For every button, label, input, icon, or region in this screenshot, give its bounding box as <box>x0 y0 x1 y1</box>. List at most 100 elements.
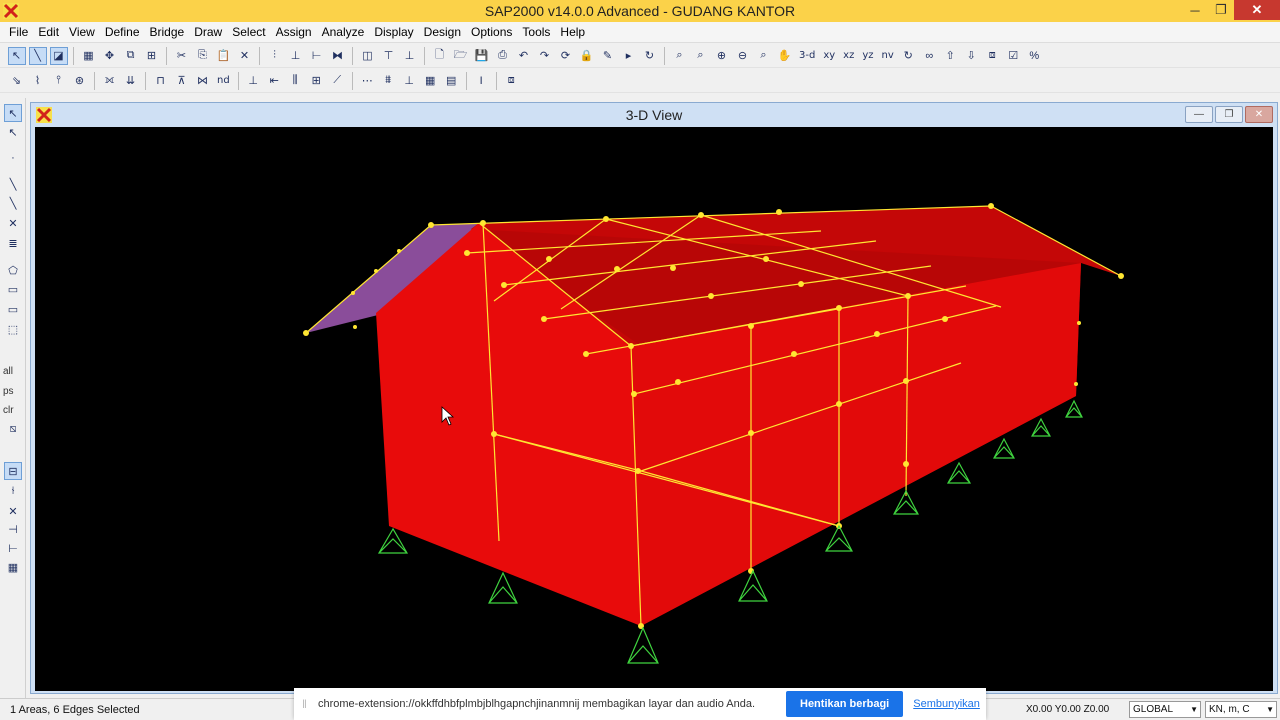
restore-button[interactable]: ❐ <box>1208 0 1234 20</box>
menu-select[interactable]: Select <box>227 22 270 42</box>
delete-icon[interactable]: ✕ <box>236 47 254 65</box>
perspective-icon[interactable]: ∞ <box>920 47 938 65</box>
view-yz-button[interactable]: yz <box>862 50 873 61</box>
pan-icon[interactable]: ✋ <box>776 47 794 65</box>
draw-joint-icon[interactable]: · <box>4 149 22 167</box>
display-undeformed-icon[interactable]: ⊥ <box>244 72 262 90</box>
display-loads-icon[interactable]: ⇤ <box>265 72 283 90</box>
view-minimize-button[interactable]: — <box>1185 106 1213 123</box>
new-file-icon[interactable]: 🗋 <box>431 47 449 65</box>
view-xy-button[interactable]: xy <box>823 50 835 61</box>
view-close-button[interactable]: ✕ <box>1245 106 1273 123</box>
drag-handle-icon[interactable]: ‖ <box>302 697 312 711</box>
divide-icon[interactable]: ⊞ <box>143 47 161 65</box>
previous-select-button[interactable]: ps <box>3 386 14 397</box>
steel-design-icon[interactable]: I <box>472 72 490 90</box>
frame-bracing-icon[interactable]: ⋈ <box>194 72 212 90</box>
draw-rect-area-icon[interactable]: ▭ <box>4 280 22 298</box>
snap-perpendicular-icon[interactable]: ⊣ <box>4 520 22 538</box>
paste-icon[interactable]: 📋 <box>215 47 233 65</box>
percent-icon[interactable]: % <box>1025 47 1043 65</box>
restraint-icon[interactable]: ⊢ <box>308 47 326 65</box>
draw-cable-icon[interactable]: ╲ <box>4 194 22 212</box>
display-influence-icon[interactable]: ⩩ <box>379 72 397 90</box>
set-display-icon[interactable]: ⧈ <box>983 47 1001 65</box>
print-icon[interactable]: ⎙ <box>494 47 512 65</box>
move-icon[interactable]: ✥ <box>101 47 119 65</box>
quick-draw-area-icon[interactable]: ▭ <box>4 300 22 318</box>
open-file-icon[interactable]: 🗁 <box>452 47 470 65</box>
snap-fine-grid-icon[interactable]: ▦ <box>4 558 22 576</box>
menu-analyze[interactable]: Analyze <box>317 22 370 42</box>
frame-icon[interactable]: ⊥ <box>287 47 305 65</box>
view-xz-button[interactable]: xz <box>843 50 854 61</box>
joint-icon[interactable]: ⫶ <box>266 47 284 65</box>
line-select-icon[interactable]: ╲ <box>28 46 47 65</box>
menu-file[interactable]: File <box>4 22 33 42</box>
check-icon[interactable]: ☑ <box>1004 47 1022 65</box>
menu-view[interactable]: View <box>64 22 100 42</box>
assign-joint-icon[interactable]: ⇘ <box>8 72 26 90</box>
display-forces-icon[interactable]: ⊞ <box>307 72 325 90</box>
rotate-icon[interactable]: ↻ <box>641 47 659 65</box>
redo-icon[interactable]: ↷ <box>536 47 554 65</box>
snap-midpoint-icon[interactable]: ⫮ <box>4 482 22 500</box>
draw-poly-area-icon[interactable]: ⬠ <box>4 261 22 279</box>
stop-sharing-button[interactable]: Hentikan berbagi <box>786 691 904 717</box>
frame-shape-icon[interactable]: ⊓ <box>152 72 170 90</box>
frame-truss-icon[interactable]: ⊼ <box>173 72 191 90</box>
units-select[interactable]: KN, m, C ▼ <box>1205 701 1277 718</box>
snap-joints-icon[interactable]: ⊟ <box>4 462 22 480</box>
save-icon[interactable]: 💾 <box>473 47 491 65</box>
assign-spring-icon[interactable]: ⌇ <box>29 72 47 90</box>
copy-icon[interactable]: ⎘ <box>194 47 212 65</box>
structure-model[interactable] <box>35 127 1273 691</box>
view-3d-button[interactable]: 3-d <box>799 50 815 61</box>
menu-design[interactable]: Design <box>419 22 466 42</box>
menu-assign[interactable]: Assign <box>271 22 317 42</box>
assign-mass-icon[interactable]: ⊛ <box>71 72 89 90</box>
view-restore-button[interactable]: ❐ <box>1215 106 1243 123</box>
display-tables-icon[interactable]: ▦ <box>421 72 439 90</box>
view-nd-button[interactable]: nd <box>217 75 230 86</box>
snap-options-icon[interactable]: ⧈ <box>502 72 520 90</box>
menu-display[interactable]: Display <box>369 22 418 42</box>
zoom-window-icon[interactable]: ⌕ <box>671 47 689 65</box>
quick-draw-secondary-icon[interactable]: ≣ <box>4 234 22 252</box>
up-arrow-icon[interactable]: ⇧ <box>941 47 959 65</box>
menu-bridge[interactable]: Bridge <box>145 22 190 42</box>
assign-release-icon[interactable]: ⟗ <box>101 72 119 90</box>
zoom-in-icon[interactable]: ⊕ <box>713 47 731 65</box>
assign-constraint-icon[interactable]: ⫯ <box>50 72 68 90</box>
reshape-pointer-icon[interactable]: ↖ <box>4 123 22 141</box>
link-icon[interactable]: ⧓ <box>329 47 347 65</box>
zoom-pan-icon[interactable]: ⌕ <box>755 47 773 65</box>
display-virtual-work-icon[interactable]: ⋯ <box>358 72 376 90</box>
menu-tools[interactable]: Tools <box>517 22 555 42</box>
model-canvas[interactable] <box>35 127 1273 691</box>
reshape-icon[interactable]: ◪ <box>49 46 68 65</box>
down-arrow-icon[interactable]: ⇩ <box>962 47 980 65</box>
menu-edit[interactable]: Edit <box>33 22 64 42</box>
align-top-icon[interactable]: ⊤ <box>380 47 398 65</box>
align-bottom-icon[interactable]: ⊥ <box>401 47 419 65</box>
replicate-icon[interactable]: ⧉ <box>122 47 140 65</box>
menu-define[interactable]: Define <box>100 22 145 42</box>
refresh-icon[interactable]: ⟳ <box>557 47 575 65</box>
display-reactions-icon[interactable]: ⊥ <box>400 72 418 90</box>
menu-draw[interactable]: Draw <box>189 22 227 42</box>
hide-banner-link[interactable]: Sembunyikan <box>913 698 980 710</box>
display-table-grid-icon[interactable]: ▤ <box>442 72 460 90</box>
menu-options[interactable]: Options <box>466 22 517 42</box>
select-all-button[interactable]: all <box>3 366 13 377</box>
snap-lines-icon[interactable]: ⊢ <box>4 539 22 557</box>
display-stress-icon[interactable]: ⟋ <box>328 72 346 90</box>
cut-icon[interactable]: ✂ <box>173 47 191 65</box>
section-icon[interactable]: ◫ <box>359 47 377 65</box>
clear-select-button[interactable]: clr <box>3 405 14 416</box>
pointer-icon[interactable]: ↖ <box>4 104 22 122</box>
grid-icon[interactable]: ▦ <box>80 47 98 65</box>
snap-intersection-icon[interactable]: ✕ <box>4 502 22 520</box>
coord-system-select[interactable]: GLOBAL ▼ <box>1129 701 1201 718</box>
close-button[interactable]: ✕ <box>1234 0 1280 20</box>
